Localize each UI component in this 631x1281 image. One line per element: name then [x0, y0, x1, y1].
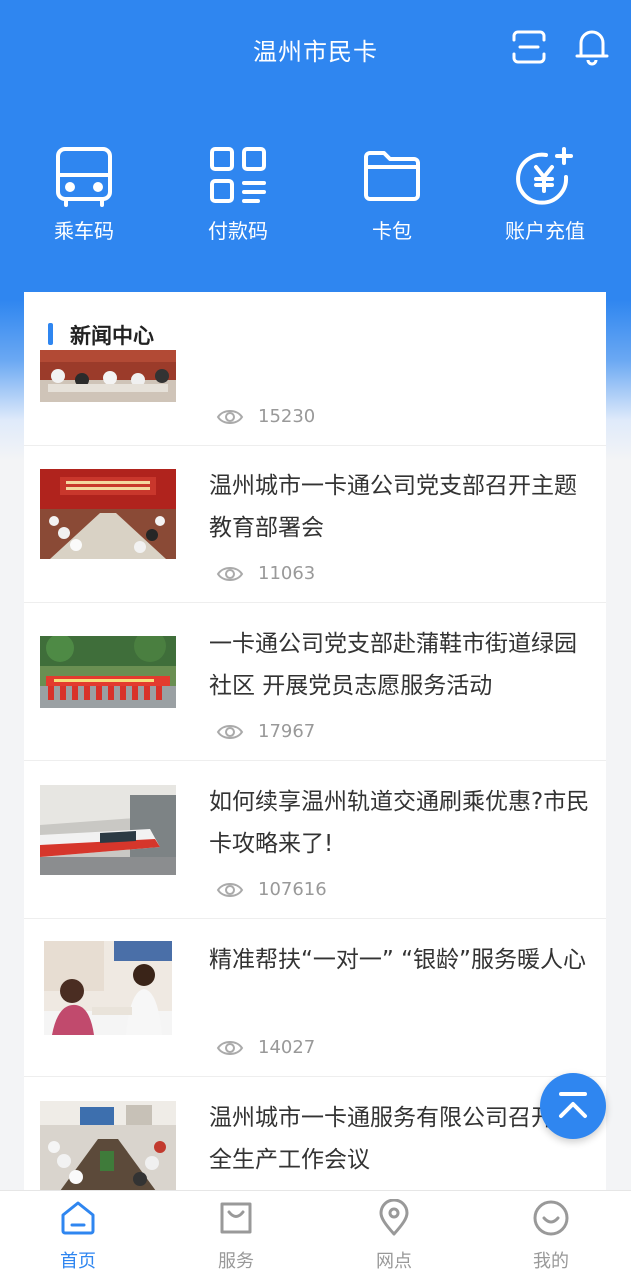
tab-home[interactable]: 首页	[18, 1191, 138, 1281]
news-item[interactable]: 15230	[24, 292, 606, 446]
view-count-value: 107616	[258, 879, 327, 900]
news-card: 新闻中心 15230 温州城市一卡通公司党支部召开主题教育部署会 11063 一…	[24, 292, 606, 1192]
tab-label: 首页	[60, 1251, 96, 1272]
news-thumbnail	[44, 941, 172, 1035]
tab-profile[interactable]: 我的	[491, 1191, 611, 1281]
view-count-value: 14027	[258, 1037, 316, 1058]
news-thumbnail	[40, 785, 176, 875]
quick-action-card-wallet[interactable]: 卡包	[332, 145, 452, 244]
bottom-tab-bar: 首页 服务 网点 我的	[0, 1190, 631, 1281]
eye-icon	[216, 1041, 244, 1055]
news-thumbnail	[40, 636, 176, 708]
eye-icon	[216, 567, 244, 581]
eye-icon	[216, 883, 244, 897]
news-item[interactable]: 一卡通公司党支部赴蒲鞋市街道绿园社区 开展党员志愿服务活动 17967	[24, 603, 606, 761]
news-thumbnail	[40, 350, 176, 402]
top-header: 温州市民卡	[0, 0, 631, 100]
smile-face-icon	[533, 1200, 569, 1236]
qrcode-icon	[210, 147, 266, 203]
location-pin-icon	[379, 1199, 409, 1236]
news-title: 如何续享温州轨道交通刷乘优惠?市民卡攻略来了!	[209, 789, 590, 857]
folder-icon	[364, 151, 420, 201]
tab-outlets[interactable]: 网点	[334, 1191, 454, 1281]
quick-actions: 乘车码 付款码 卡包 账户充值	[0, 145, 631, 245]
news-item[interactable]: 温州城市一卡通公司党支部召开主题教育部署会 11063	[24, 445, 606, 603]
tab-label: 服务	[218, 1251, 254, 1272]
news-title: 温州城市一卡通公司党支部召开主题教育部署会	[209, 473, 577, 541]
news-item[interactable]: 精准帮扶“一对一” “银龄”服务暖人心 14027	[24, 919, 606, 1077]
scan-icon[interactable]	[510, 28, 548, 66]
quick-action-label: 付款码	[208, 219, 268, 243]
quick-action-pay-code[interactable]: 付款码	[178, 145, 298, 244]
quick-action-label: 乘车码	[54, 219, 114, 243]
bus-icon	[56, 147, 112, 207]
news-title: 一卡通公司党支部赴蒲鞋市街道绿园社区 开展党员志愿服务活动	[209, 631, 577, 699]
tab-label: 我的	[533, 1251, 569, 1272]
quick-action-label: 卡包	[372, 219, 412, 243]
news-thumbnail	[40, 469, 176, 559]
quick-action-recharge[interactable]: 账户充值	[485, 145, 605, 244]
arrow-up-icon	[559, 1092, 587, 1118]
eye-icon	[216, 410, 244, 424]
news-item[interactable]: 温州城市一卡通服务有限公司召开安全生产工作会议	[24, 1077, 606, 1192]
news-title: 温州城市一卡通服务有限公司召开安全生产工作会议	[209, 1105, 577, 1173]
news-title: 精准帮扶“一对一” “银龄”服务暖人心	[209, 947, 586, 973]
view-count-value: 15230	[258, 406, 316, 427]
news-item[interactable]: 如何续享温州轨道交通刷乘优惠?市民卡攻略来了! 107616	[24, 761, 606, 919]
view-count-value: 11063	[258, 563, 316, 584]
quick-action-bus-code[interactable]: 乘车码	[24, 145, 144, 244]
eye-icon	[216, 725, 244, 739]
home-icon	[61, 1201, 95, 1235]
tab-label: 网点	[376, 1251, 412, 1272]
quick-action-label: 账户充值	[505, 219, 585, 243]
bell-icon[interactable]	[573, 26, 611, 66]
news-thumbnail	[40, 1101, 176, 1191]
back-to-top-button[interactable]	[540, 1073, 606, 1139]
view-count-value: 17967	[258, 721, 316, 742]
tab-services[interactable]: 服务	[176, 1191, 296, 1281]
yuan-plus-icon	[516, 147, 573, 205]
bag-icon	[220, 1202, 252, 1234]
